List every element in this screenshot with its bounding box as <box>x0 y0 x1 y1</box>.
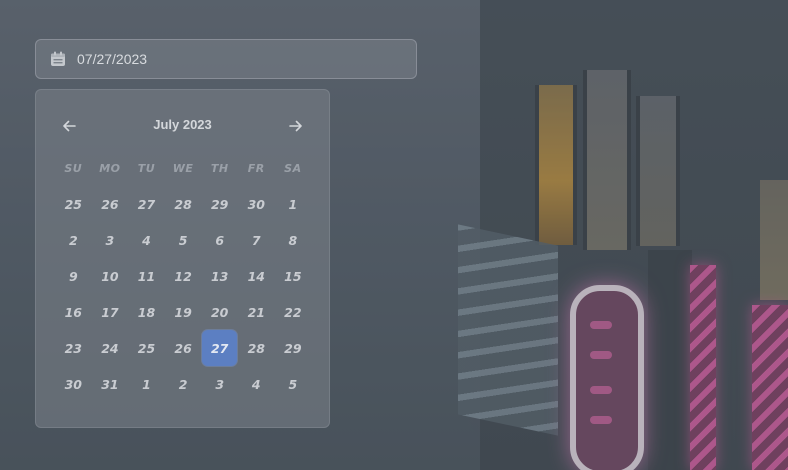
calendar-day[interactable]: 25 <box>55 186 92 222</box>
calendar-day[interactable]: 1 <box>275 186 312 222</box>
calendar-icon <box>50 51 66 67</box>
calendar-popup: July 2023 SU MO TU WE TH FR SA 25 26 27 28 29 30 1 2 3 4… <box>35 89 330 428</box>
weekday-header: FR <box>247 161 265 175</box>
calendar-day[interactable]: 25 <box>128 330 165 366</box>
calendar-day[interactable]: 19 <box>165 294 202 330</box>
calendar-day[interactable]: 11 <box>128 258 165 294</box>
calendar-day[interactable]: 6 <box>201 222 238 258</box>
weekday-header: SA <box>284 161 302 175</box>
calendar-day[interactable]: 22 <box>275 294 312 330</box>
weekday-header: SU <box>64 161 83 175</box>
calendar-day[interactable]: 18 <box>128 294 165 330</box>
arrow-right-icon <box>289 120 302 132</box>
calendar-day[interactable]: 2 <box>165 366 202 402</box>
calendar-day[interactable]: 7 <box>238 222 275 258</box>
date-input[interactable]: 07/27/2023 <box>35 39 417 79</box>
calendar-day[interactable]: 27 <box>128 186 165 222</box>
weekday-header: WE <box>172 161 194 175</box>
calendar-day[interactable]: 30 <box>55 366 92 402</box>
calendar-day[interactable]: 13 <box>201 258 238 294</box>
calendar-day[interactable]: 5 <box>275 366 312 402</box>
calendar-day[interactable]: 4 <box>128 222 165 258</box>
calendar-day[interactable]: 28 <box>165 186 202 222</box>
calendar-day[interactable]: 3 <box>201 366 238 402</box>
calendar-day[interactable]: 21 <box>238 294 275 330</box>
calendar-day[interactable]: 3 <box>92 222 129 258</box>
weekday-header: MO <box>99 161 121 175</box>
calendar-day[interactable]: 23 <box>55 330 92 366</box>
calendar-day[interactable]: 2 <box>55 222 92 258</box>
calendar-grid: SU MO TU WE TH FR SA 25 26 27 28 29 30 1 2 3 4 5 6 7 8 9 10 11 1… <box>55 150 311 402</box>
calendar-day[interactable]: 14 <box>238 258 275 294</box>
calendar-header: July 2023 <box>36 114 329 138</box>
calendar-day[interactable]: 28 <box>238 330 275 366</box>
date-value: 07/27/2023 <box>77 51 148 67</box>
calendar-day[interactable]: 29 <box>201 186 238 222</box>
calendar-day[interactable]: 1 <box>128 366 165 402</box>
calendar-day[interactable]: 4 <box>238 366 275 402</box>
weekday-header: TH <box>210 161 229 175</box>
calendar-day[interactable]: 20 <box>201 294 238 330</box>
calendar-day[interactable]: 26 <box>165 330 202 366</box>
calendar-day[interactable]: 8 <box>275 222 312 258</box>
calendar-day[interactable]: 26 <box>92 186 129 222</box>
weekday-header: TU <box>137 161 156 175</box>
next-month-button[interactable] <box>284 114 308 138</box>
calendar-day[interactable]: 30 <box>238 186 275 222</box>
calendar-day[interactable]: 5 <box>165 222 202 258</box>
calendar-day[interactable]: 31 <box>92 366 129 402</box>
calendar-day[interactable]: 24 <box>92 330 129 366</box>
calendar-day[interactable]: 10 <box>92 258 129 294</box>
calendar-day[interactable]: 12 <box>165 258 202 294</box>
calendar-day[interactable]: 16 <box>55 294 92 330</box>
calendar-day[interactable]: 29 <box>275 330 312 366</box>
calendar-day[interactable]: 17 <box>92 294 129 330</box>
calendar-day-selected[interactable]: 27 <box>202 330 237 366</box>
calendar-day[interactable]: 9 <box>55 258 92 294</box>
calendar-day[interactable]: 15 <box>275 258 312 294</box>
